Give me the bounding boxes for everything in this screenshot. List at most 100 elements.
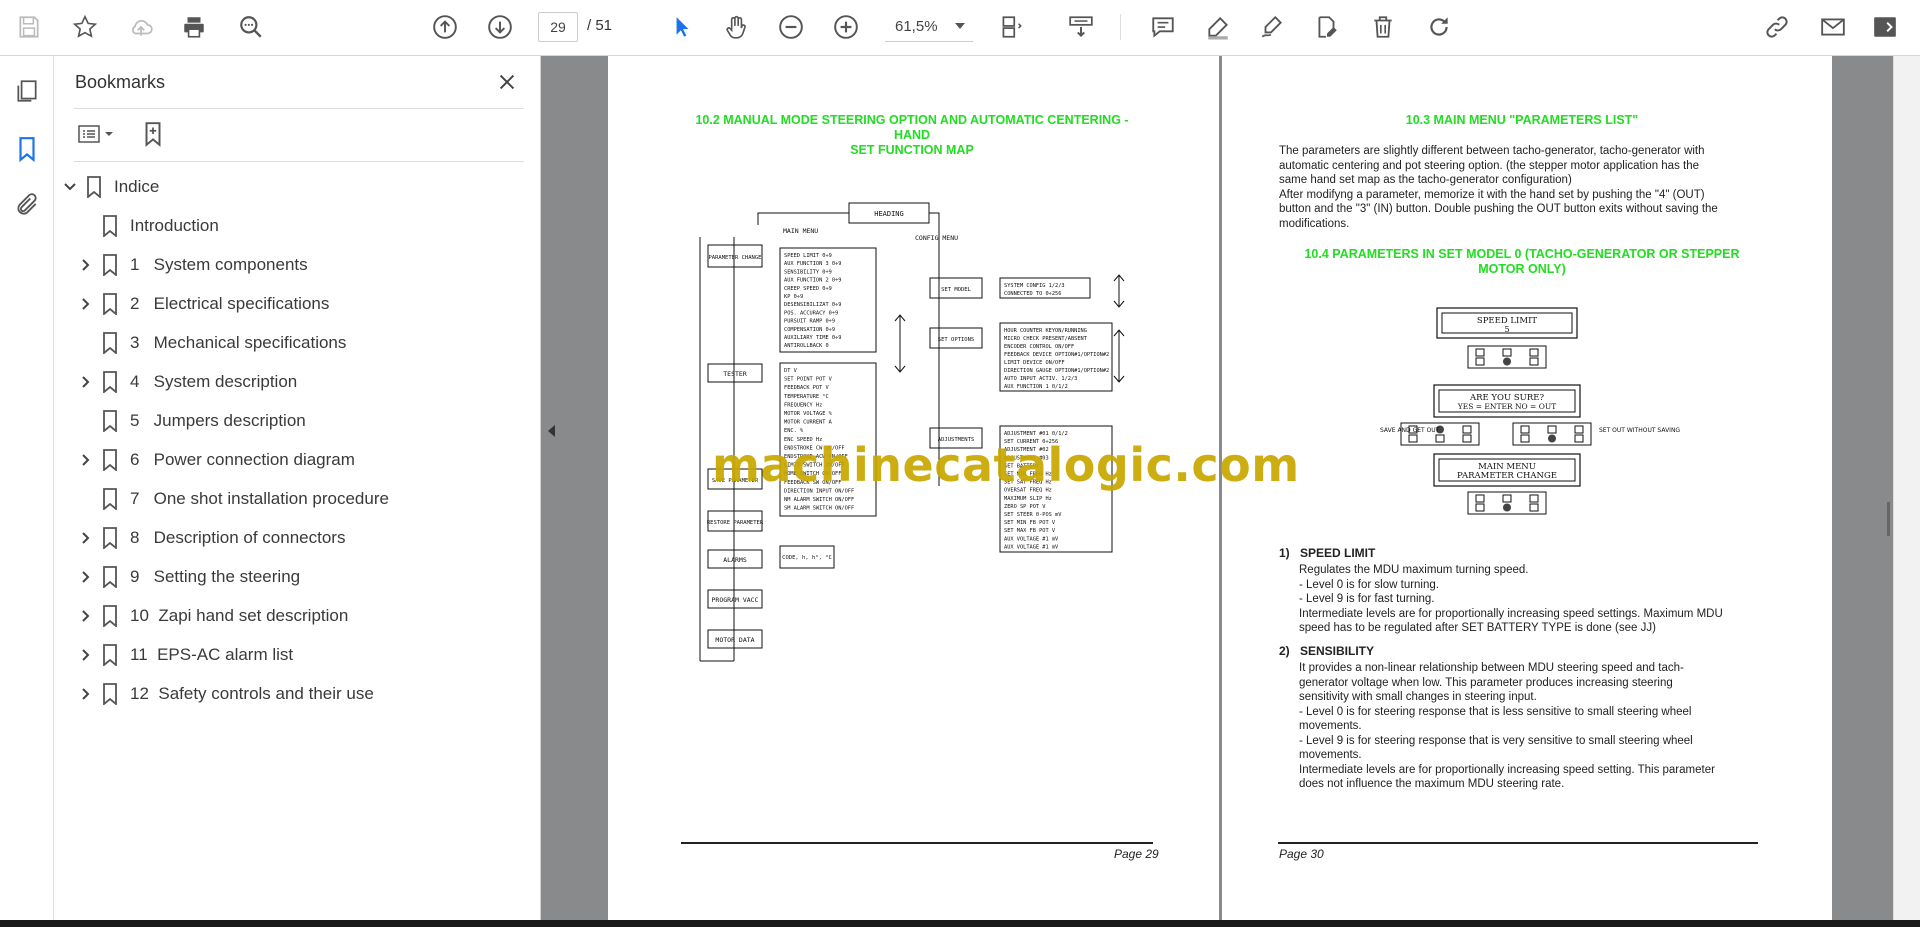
diagram-list-entry: MOTOR VOLTAGE % — [784, 411, 833, 417]
item-body-line: - Level 9 is for fast turning. — [1299, 593, 1435, 605]
fit-page-icon[interactable] — [996, 12, 1026, 42]
bookmark-label: Introduction — [130, 216, 219, 235]
diagram-list-entry: AUXILIARY TIME 0÷9 — [784, 335, 841, 341]
print-icon[interactable] — [179, 12, 209, 42]
bookmark-label: 7 One shot installation procedure — [130, 489, 389, 508]
comment-icon[interactable] — [1148, 12, 1178, 42]
add-bookmark-icon — [145, 122, 161, 147]
bookmark-icon — [102, 488, 118, 511]
next-page-icon[interactable] — [485, 12, 515, 42]
bookmark-item[interactable]: 3 Mechanical specifications — [78, 327, 346, 359]
bookmark-item[interactable]: 6 Power connection diagram — [78, 444, 355, 476]
diagram-motor-data: MOTOR DATA — [715, 636, 754, 644]
attachments-icon[interactable] — [12, 190, 42, 220]
save-icon[interactable] — [14, 12, 44, 42]
item-body-line: - Level 0 is for steering response that … — [1299, 705, 1692, 718]
diagram-list-entry: COMPENSATION 0÷9 — [784, 327, 835, 333]
bookmark-icon — [102, 566, 118, 589]
previous-page-icon[interactable] — [430, 12, 460, 42]
rotate-icon[interactable] — [1424, 12, 1454, 42]
diagram-alarms: ALARMS — [723, 556, 747, 564]
collapse-left-arrow-icon[interactable] — [548, 425, 555, 437]
scrollbar-thumb[interactable] — [1887, 502, 1890, 536]
diagram-list-entry: SET STEER 0-POS mV — [1004, 512, 1062, 518]
chevron-right-icon[interactable] — [78, 569, 94, 585]
bookmark-item[interactable]: 1 System components — [78, 249, 308, 281]
diagram-list-entry: POS. ACCURACY 0÷9 — [784, 310, 838, 316]
bookmark-icon — [102, 332, 118, 355]
star-icon[interactable] — [70, 12, 100, 42]
chevron-right-icon[interactable] — [78, 296, 94, 312]
chevron-right-icon[interactable] — [78, 608, 94, 624]
page30-title2: 10.4 PARAMETERS IN SET MODEL 0 (TACHO-GE… — [1292, 247, 1752, 277]
highlight-pen-icon[interactable] — [1203, 12, 1233, 42]
page-thumbnails-icon[interactable] — [12, 76, 42, 106]
diagram-list-entry: AUTO INPUT ACTIV. 1/2/3 — [1004, 376, 1077, 382]
bookmark-options-button[interactable] — [76, 118, 114, 150]
link-icon[interactable] — [1762, 12, 1792, 42]
page-total: / 51 — [587, 17, 613, 34]
chevron-right-icon[interactable] — [78, 530, 94, 546]
diagram-list-entry: FREQUENCY Hz — [784, 402, 822, 408]
diagram-program-vacc: PROGRAM VACC — [712, 596, 759, 604]
intro-line: The parameters are slightly different be… — [1279, 145, 1705, 157]
diagram-list-entry: DIRECTION GAUGE OPTION#1/OPTION#2 — [1004, 368, 1109, 374]
close-icon[interactable] — [494, 69, 520, 95]
fig-set-out-without-saving: SET OUT WITHOUT SAVING — [1599, 427, 1680, 434]
bookmark-icon — [102, 410, 118, 433]
select-cursor-icon[interactable] — [667, 12, 697, 42]
intro-line: automatic centering and pot steering opt… — [1279, 159, 1700, 172]
hand-tool-icon[interactable] — [721, 12, 751, 42]
bookmark-item[interactable]: 4 System description — [78, 366, 297, 398]
chevron-down-icon[interactable] — [62, 179, 78, 195]
diagram-list-entry: KP 0÷9 — [784, 294, 803, 300]
bookmark-item[interactable]: 7 One shot installation procedure — [78, 483, 389, 515]
delete-icon[interactable] — [1368, 12, 1398, 42]
new-bookmark-button[interactable] — [140, 118, 166, 150]
edit-text-icon[interactable] — [1312, 12, 1342, 42]
bookmark-item[interactable]: 8 Description of connectors — [78, 522, 345, 554]
email-icon[interactable] — [1818, 12, 1848, 42]
bookmark-icon — [102, 449, 118, 472]
chevron-right-icon[interactable] — [78, 257, 94, 273]
bookmark-item[interactable]: 5 Jumpers description — [78, 405, 306, 437]
bookmark-item[interactable]: 11 EPS-AC alarm list — [78, 639, 293, 671]
current-page-input[interactable]: 29 — [538, 12, 578, 42]
bookmark-item[interactable]: Introduction — [78, 210, 219, 242]
chevron-right-icon[interactable] — [78, 374, 94, 390]
zoom-level-dropdown[interactable]: 61,5% — [885, 12, 973, 42]
zoom-out-icon[interactable] — [776, 12, 806, 42]
bookmarks-panel-icon[interactable] — [12, 134, 42, 164]
bookmark-icon — [102, 215, 118, 238]
chevron-down-icon — [955, 23, 965, 29]
chevron-right-icon[interactable] — [78, 452, 94, 468]
scroll-mode-icon[interactable] — [1066, 12, 1096, 42]
expand-panel-icon[interactable] — [1870, 12, 1900, 42]
bookmark-item[interactable]: 2 Electrical specifications — [78, 288, 329, 320]
diagram-list-entry: AUX VOLTAGE #1 mV — [1004, 536, 1059, 542]
bookmark-label: 5 Jumpers description — [130, 411, 306, 430]
page29-title-line2: SET FUNCTION MAP — [850, 143, 974, 157]
diagram-tester: TESTER — [723, 370, 747, 378]
diagram-list-entry: AUX VOLTAGE #1 mV — [1004, 544, 1059, 550]
bookmark-item[interactable]: 10 Zapi hand set description — [78, 600, 348, 632]
parameter-change-figure: SPEED LIMIT 5 ARE YOU SURE? YES = ENTER … — [1380, 307, 1680, 515]
bookmark-item[interactable]: 9 Setting the steering — [78, 561, 300, 593]
chevron-right-icon[interactable] — [78, 686, 94, 702]
item-body-line: does not influence the maximum MDU steer… — [1299, 778, 1565, 790]
diagram-list-entry: DT V — [784, 368, 798, 374]
bookmark-item[interactable]: 12 Safety controls and their use — [78, 678, 374, 710]
bookmark-label: 6 Power connection diagram — [130, 450, 355, 469]
cloud-upload-icon[interactable] — [126, 12, 156, 42]
zoom-search-icon[interactable] — [236, 12, 266, 42]
pdf-page-30: 10.3 MAIN MENU "PARAMETERS LIST" The par… — [1222, 56, 1832, 920]
diagram-config-menu-label: CONFIG MENU — [915, 234, 958, 242]
draw-signature-icon[interactable] — [1257, 12, 1287, 42]
bookmark-item[interactable]: Indice — [62, 171, 159, 203]
chevron-right-icon[interactable] — [78, 647, 94, 663]
bookmark-label: 11 EPS-AC alarm list — [130, 645, 294, 664]
vertical-scrollbar[interactable] — [1893, 56, 1920, 920]
zoom-in-icon[interactable] — [831, 12, 861, 42]
